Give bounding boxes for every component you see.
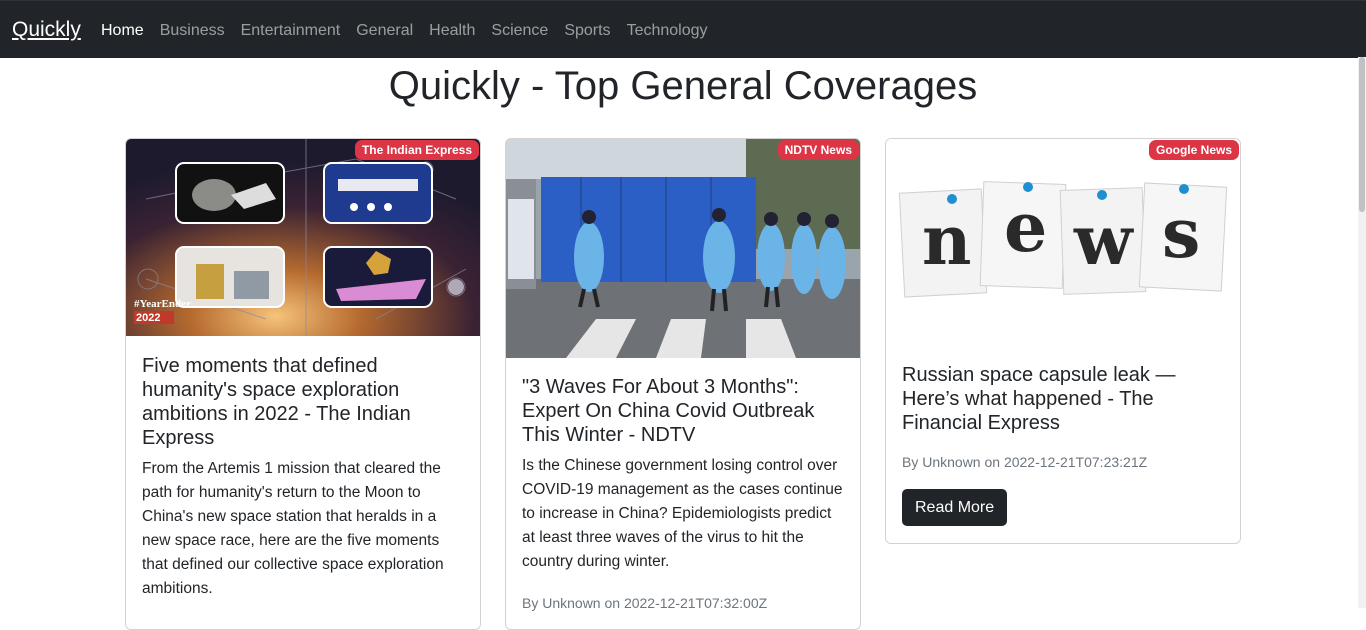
news-card: Google News n e w s Russian space capsul…	[885, 138, 1241, 544]
nav-item-entertainment[interactable]: Entertainment	[241, 22, 341, 40]
news-notes-image: n e w s	[886, 139, 1240, 344]
article-image	[506, 139, 860, 358]
nav-item-sports[interactable]: Sports	[564, 22, 610, 40]
article-meta: By Unknown on 2022-12-21T07:32:00Z	[522, 595, 768, 611]
news-letter-n: n	[922, 201, 971, 281]
source-badge: Google News	[1148, 140, 1239, 160]
nav-item-technology[interactable]: Technology	[627, 22, 708, 40]
read-more-button[interactable]: Read More	[902, 489, 1008, 526]
article-title[interactable]: "3 Waves For About 3 Months": Expert On …	[522, 375, 846, 447]
nav-item-general[interactable]: General	[356, 22, 413, 40]
article-meta: By Unknown on 2022-12-21T07:23:21Z	[902, 454, 1148, 470]
news-letter-w: w	[1073, 201, 1134, 281]
article-title[interactable]: Russian space capsule leak — Here’s what…	[902, 363, 1226, 435]
news-card: NDTV News "3 Waves For About 3 Months": …	[505, 138, 861, 630]
nav-item-business[interactable]: Business	[160, 22, 225, 40]
article-image: n e w s	[886, 139, 1240, 344]
nav-item-science[interactable]: Science	[491, 22, 548, 40]
nav-item-health[interactable]: Health	[429, 22, 475, 40]
article-title[interactable]: Five moments that defined humanity's spa…	[142, 354, 466, 450]
news-card: The Indian Express #YearEnder 2022 Five …	[125, 138, 481, 630]
news-letter-s: s	[1162, 194, 1200, 274]
year-tag: 2022	[136, 312, 160, 324]
page-title: Quickly - Top General Coverages	[388, 64, 978, 108]
source-badge: The Indian Express	[354, 140, 479, 160]
brand-link[interactable]: Quickly	[12, 18, 81, 42]
space-collage-image: #YearEnder 2022	[126, 139, 480, 336]
yearender-tag: #YearEnder	[134, 298, 191, 310]
article-image: #YearEnder 2022	[126, 139, 480, 336]
news-letter-e: e	[1004, 188, 1047, 268]
street-barrier-photo	[506, 139, 860, 358]
nav-links: Home Business Entertainment General Heal…	[101, 22, 724, 40]
top-navbar: Quickly Home Business Entertainment Gene…	[0, 0, 1366, 58]
article-description: From the Artemis 1 mission that cleared …	[142, 460, 444, 597]
article-description: Is the Chinese government losing control…	[522, 457, 843, 570]
nav-item-home[interactable]: Home	[101, 22, 144, 40]
source-badge: NDTV News	[777, 140, 859, 160]
